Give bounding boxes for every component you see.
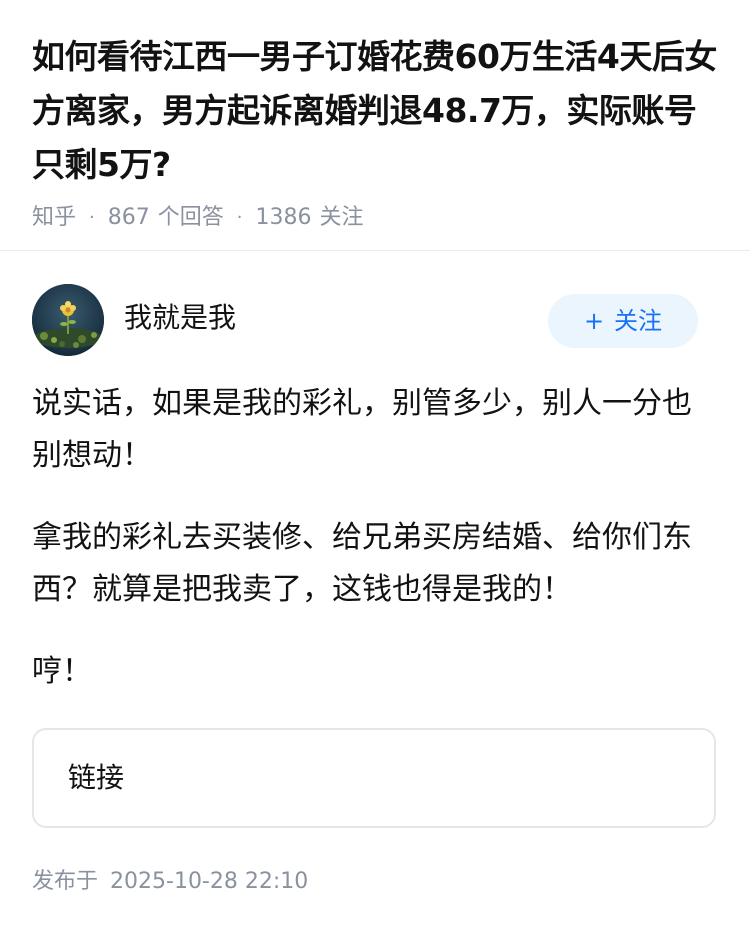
section-divider <box>0 250 750 251</box>
link-card-label: 链接 <box>68 761 125 794</box>
question-title[interactable]: 如何看待江西一男子订婚花费60万生活4天后女方离家，男方起诉离婚判退48.7万，… <box>32 30 722 192</box>
source-label[interactable]: 知乎 <box>32 202 76 234</box>
author-avatar[interactable] <box>32 284 104 356</box>
published-label: 发布于 <box>32 869 99 894</box>
link-card[interactable]: 链接 <box>32 728 716 828</box>
question-header: 如何看待江西一男子订婚花费60万生活4天后女方离家，男方起诉离婚判退48.7万，… <box>32 30 722 234</box>
avatar-flower-icon <box>32 284 104 356</box>
answers-label[interactable]: 个回答 <box>158 202 224 234</box>
published-time: 2025-10-28 22:10 <box>110 869 309 894</box>
answer-paragraph: 拿我的彩礼去买装修、给兄弟买房结婚、给你们东西？就算是把我卖了，这钱也得是我的！ <box>32 520 692 607</box>
follow-button[interactable]: + 关注 <box>548 294 698 348</box>
plus-icon: + <box>583 307 605 335</box>
follow-label: 关注 <box>614 307 663 335</box>
answer-content: 说实话，如果是我的彩礼，别管多少，别人一分也别想动！ 拿我的彩礼去买装修、给兄弟… <box>32 378 718 728</box>
followers-label[interactable]: 关注 <box>320 202 364 234</box>
publish-info: 发布于 2025-10-28 22:10 <box>32 866 308 898</box>
author-name[interactable]: 我就是我 <box>124 298 236 338</box>
answers-count: 867 <box>107 205 150 230</box>
meta-separator: · <box>89 207 95 228</box>
author-row: 我就是我 + 关注 <box>32 284 718 356</box>
meta-separator: · <box>236 207 243 228</box>
answer-paragraph: 哼！ <box>32 654 92 689</box>
question-meta: 知乎 · 867 个回答 · 1386 关注 <box>32 202 722 234</box>
answer-paragraph: 说实话，如果是我的彩礼，别管多少，别人一分也别想动！ <box>32 386 692 473</box>
followers-count: 1386 <box>255 205 312 230</box>
